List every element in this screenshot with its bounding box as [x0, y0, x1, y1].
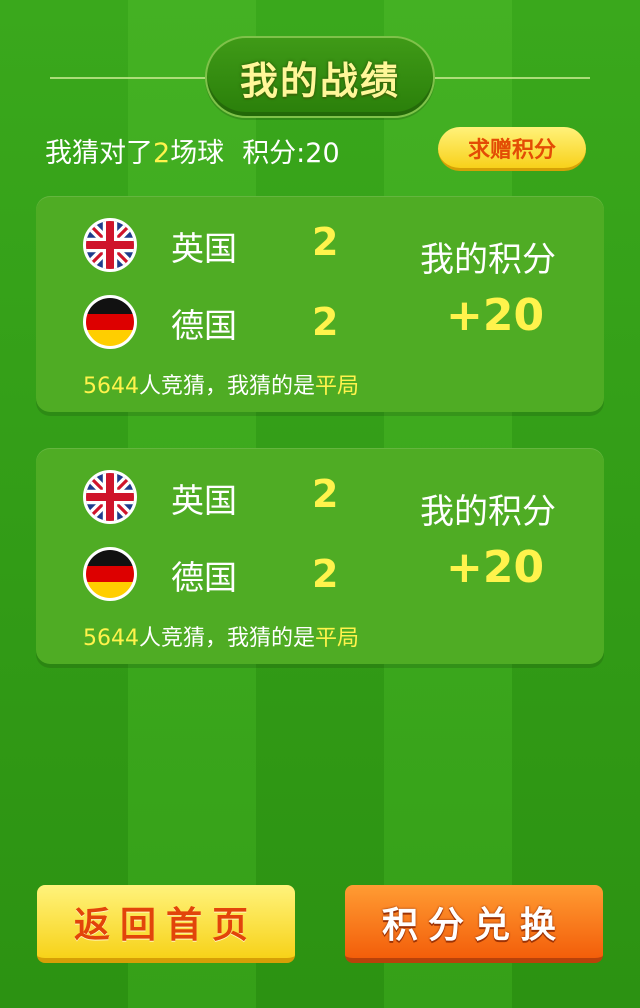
team-name: 德国	[171, 558, 237, 597]
guess-info: 5644人竞猜，我猜的是平局	[83, 626, 360, 651]
match-card: 英国 2 德国 2 我的积分 +20 5644人竞猜，我猜的是平局	[36, 196, 604, 412]
team-name: 英国	[171, 229, 237, 268]
guess-choice: 平局	[315, 374, 360, 399]
team-score: 2	[312, 220, 339, 264]
back-home-button[interactable]: 返回首页	[37, 885, 295, 963]
total-points-text: 积分:20	[242, 137, 340, 169]
correct-count: 2	[153, 137, 171, 169]
title-banner: 我的战绩	[0, 36, 640, 120]
team-score: 2	[312, 472, 339, 516]
record-summary: 我猜对了2场球 积分:20	[45, 130, 340, 170]
germany-flag-icon	[83, 295, 137, 349]
guess-count: 5644	[83, 374, 139, 399]
request-points-button[interactable]: 求赠积分	[438, 127, 586, 171]
title-divider-left	[50, 77, 210, 79]
uk-flag-icon	[83, 470, 137, 524]
germany-flag-icon	[83, 547, 137, 601]
team-name: 德国	[171, 306, 237, 345]
my-points-value: +20	[446, 542, 545, 593]
team-score: 2	[312, 552, 339, 596]
title-divider-right	[430, 77, 590, 79]
guess-info: 5644人竞猜，我猜的是平局	[83, 374, 360, 399]
guess-count: 5644	[83, 626, 139, 651]
team-name: 英国	[171, 481, 237, 520]
uk-flag-icon	[83, 218, 137, 272]
my-points-label: 我的积分	[420, 240, 556, 280]
correct-guess-text: 我猜对了2场球	[45, 137, 225, 169]
guess-choice: 平局	[315, 626, 360, 651]
page-title: 我的战绩	[239, 58, 400, 103]
points-exchange-button[interactable]: 积分兑换	[345, 885, 603, 963]
my-points-value: +20	[446, 290, 545, 341]
match-card: 英国 2 德国 2 我的积分 +20 5644人竞猜，我猜的是平局	[36, 448, 604, 664]
title-pill: 我的战绩	[205, 36, 435, 118]
team-score: 2	[312, 300, 339, 344]
my-points-label: 我的积分	[420, 492, 556, 532]
